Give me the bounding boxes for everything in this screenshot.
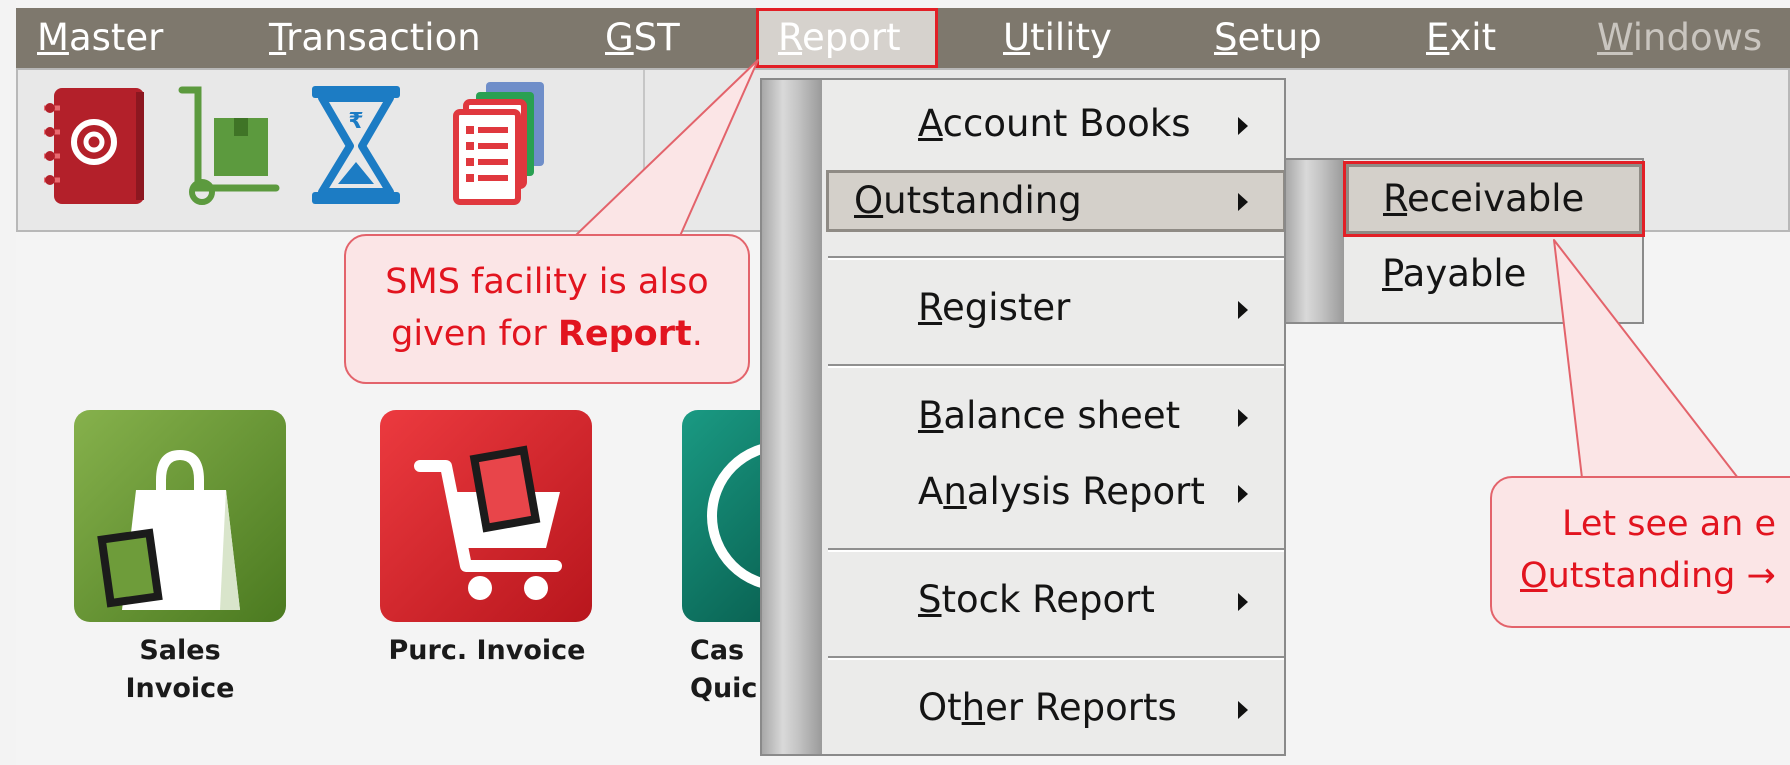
- menu-item-label: Analysis Report: [918, 470, 1205, 513]
- submenu-arrow-icon: [1238, 701, 1248, 719]
- menu-item-register[interactable]: Register: [828, 278, 1284, 338]
- shopping-cart-icon: [414, 445, 562, 600]
- tile-cash-quick-label: Cas Quic: [690, 635, 758, 704]
- menu-item-analysis-report[interactable]: Analysis Report: [828, 462, 1284, 522]
- submenu-item-payable[interactable]: Payable: [1346, 242, 1642, 312]
- menu-item-stock-report[interactable]: Stock Report: [828, 570, 1284, 630]
- report-pages-icon[interactable]: [446, 80, 556, 212]
- menu-item-label: Stock Report: [918, 578, 1155, 621]
- shopping-bag-icon: [97, 450, 240, 610]
- submenu-item-label: Payable: [1382, 252, 1527, 295]
- menu-item-label: Account Books: [918, 102, 1191, 145]
- menu-exit[interactable]: Exit: [1426, 8, 1496, 68]
- hand-truck-icon[interactable]: [176, 84, 282, 212]
- menu-item-label: Outstanding: [854, 179, 1082, 222]
- menu-gst[interactable]: GST: [605, 8, 680, 68]
- hourglass-rupee-icon[interactable]: ₹: [308, 84, 404, 212]
- callout-sms-report: SMS facility is also given for Report.: [344, 234, 750, 384]
- tile-purchase-invoice[interactable]: [380, 410, 592, 622]
- menu-item-other-reports[interactable]: Other Reports: [828, 678, 1284, 738]
- menu-setup[interactable]: Setup: [1214, 8, 1322, 68]
- svg-text:₹: ₹: [348, 109, 363, 134]
- menu-item-label: Register: [918, 286, 1071, 329]
- submenu-arrow-icon: [1238, 593, 1248, 611]
- submenu-arrow-icon: [1238, 301, 1248, 319]
- toolbar-separator: [643, 70, 645, 230]
- menu-master[interactable]: Master: [37, 8, 163, 68]
- menu-item-label: Other Reports: [918, 686, 1177, 729]
- menu-transaction[interactable]: Transaction: [269, 8, 481, 68]
- submenu-item-label: Receivable: [1383, 177, 1585, 220]
- submenu-arrow-icon: [1238, 485, 1248, 503]
- menu-item-balance-sheet[interactable]: Balance sheet: [828, 386, 1284, 446]
- submenu-arrow-icon: [1238, 409, 1248, 427]
- tile-sales-invoice-label: Sales Invoice: [125, 635, 235, 704]
- menu-divider: [828, 256, 1284, 260]
- menu-bar: Master Transaction GST Report Utility Se…: [16, 8, 1790, 68]
- submenu-arrow-icon: [1238, 117, 1248, 135]
- menu-item-outstanding[interactable]: Outstanding: [826, 170, 1286, 232]
- report-dropdown-menu: Account Books Outstanding Register Balan…: [760, 78, 1286, 756]
- submenu-gutter: [1286, 160, 1344, 322]
- menu-gutter: [762, 80, 822, 754]
- menu-divider: [828, 548, 1284, 552]
- address-book-icon[interactable]: [40, 84, 150, 212]
- menu-divider: [828, 656, 1284, 660]
- tile-sales-invoice[interactable]: [74, 410, 286, 622]
- tile-cash-quick[interactable]: 1: [682, 410, 762, 622]
- menu-item-label: Balance sheet: [918, 394, 1181, 437]
- menu-divider: [828, 364, 1284, 368]
- menu-windows[interactable]: Windows: [1597, 8, 1762, 68]
- menu-utility[interactable]: Utility: [1003, 8, 1112, 68]
- menu-item-account-books[interactable]: Account Books: [828, 94, 1284, 154]
- tile-purchase-invoice-label: Purc. Invoice: [388, 635, 586, 666]
- cash-icon: 1: [707, 443, 762, 589]
- menu-report[interactable]: Report: [756, 8, 938, 68]
- submenu-item-receivable[interactable]: Receivable: [1343, 161, 1645, 237]
- submenu-arrow-icon: [1238, 193, 1248, 211]
- callout-outstanding-example: Let see an e Outstanding →: [1490, 476, 1790, 628]
- outstanding-submenu: Receivable Payable: [1284, 158, 1645, 324]
